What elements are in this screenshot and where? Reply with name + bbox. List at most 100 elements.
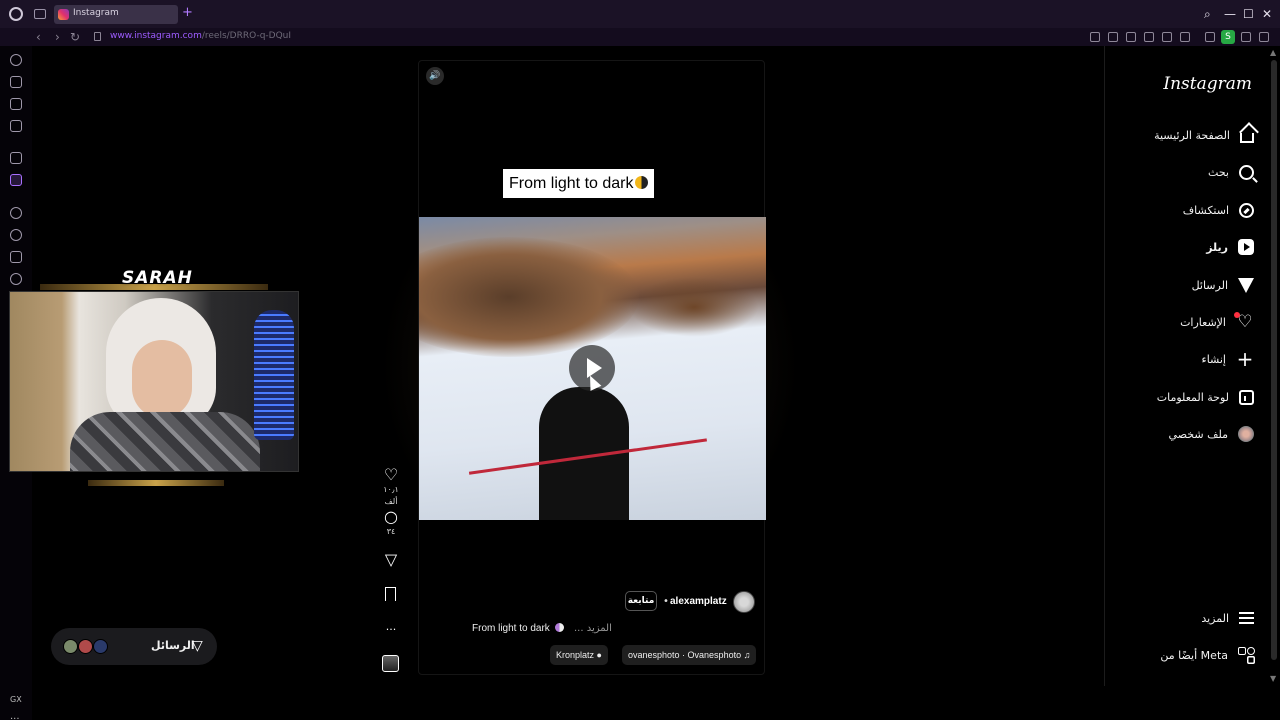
nav-also-from-meta[interactable]: أيضًا من Meta (1160, 643, 1255, 667)
instagram-favicon-icon (58, 9, 69, 20)
nav-more-label: المزيد (1201, 611, 1229, 625)
heart-icon[interactable]: ♡ (376, 466, 406, 484)
more-options-action[interactable]: ··· (376, 621, 406, 639)
gx-corner-icon[interactable] (10, 76, 22, 88)
extensions-icon[interactable] (10, 251, 22, 263)
messenger-icon[interactable] (10, 120, 22, 132)
menu-icon (1239, 612, 1254, 624)
browser-tabbar: Instagram + ⌕ — ☐ ✕ (0, 0, 1280, 28)
nav-notifications[interactable]: الإشعارات ♡ (1180, 310, 1254, 334)
send-icon: ▽ (192, 638, 203, 654)
heart-icon: ♡ (1234, 312, 1254, 331)
tab-islands-icon[interactable] (34, 9, 46, 19)
audio-chip[interactable]: ovanesphoto · Ovanesphoto ♫ (622, 645, 757, 665)
nav-explore[interactable]: استكشاف (1183, 198, 1254, 222)
profile-extension-badge[interactable]: S (1221, 30, 1235, 44)
history-icon[interactable] (10, 229, 22, 241)
audio-text: ovanesphoto · Ovanesphoto (628, 650, 742, 660)
adblock-icon[interactable] (1126, 32, 1136, 42)
nav-profile-label: ملف شخصي (1168, 427, 1228, 441)
scroll-up-arrow-icon[interactable]: ▲ (1270, 48, 1276, 57)
nav-home[interactable]: الصفحة الرئيسية (1154, 123, 1254, 147)
instagram-nav: Instagram الصفحة الرئيسية بحث استكشاف ري… (1104, 46, 1268, 686)
share-action[interactable]: ▽ (376, 551, 406, 569)
comment-icon[interactable]: ○ (376, 508, 406, 526)
follow-button[interactable]: متابعة (625, 591, 657, 611)
author-username[interactable]: alexamplatz (670, 596, 727, 607)
webcam-frame-bottom (88, 480, 224, 486)
reel-caption: From light to dark (472, 623, 564, 634)
author-avatar[interactable] (733, 591, 755, 613)
overlay-title-text: From light to dark (509, 175, 634, 192)
address-bar: ‹ › ↻ www.instagram.com/reels/DRRO-q-DQu… (0, 28, 1280, 46)
twitch-icon[interactable] (10, 174, 22, 186)
more-options-icon[interactable]: ··· (376, 621, 406, 639)
send-icon[interactable]: ▽ (376, 551, 406, 569)
nav-profile[interactable]: ملف شخصي (1169, 422, 1254, 446)
url-host: www.instagram.com (110, 31, 202, 41)
reload-button[interactable]: ↻ (70, 29, 80, 45)
scrollbar-thumb[interactable] (1271, 60, 1277, 660)
maximize-button[interactable]: ☐ (1243, 7, 1254, 21)
nav-create[interactable]: إنشاء + (1202, 347, 1254, 371)
nav-reels[interactable]: ريلز (1206, 235, 1254, 259)
mute-button[interactable]: 🔊 (426, 67, 444, 85)
translate-icon[interactable] (1144, 32, 1154, 42)
autumn-trees (629, 277, 759, 337)
snapshot-icon[interactable] (1108, 32, 1118, 42)
audio-thumbnail[interactable] (382, 655, 399, 672)
nav-messages-label: الرسائل (1191, 278, 1228, 292)
nav-more[interactable]: المزيد (1201, 606, 1254, 630)
player-icon[interactable] (1162, 32, 1172, 42)
gx-control-icon[interactable] (10, 54, 22, 66)
heart-icon[interactable] (1180, 32, 1190, 42)
nav-dashboard[interactable]: لوحة المعلومات (1157, 385, 1254, 409)
reel-video-frame[interactable] (419, 217, 766, 520)
downloads-icon[interactable] (1241, 32, 1251, 42)
reel-player[interactable]: 🔊 From light to dark alexamplatz • متابع… (418, 60, 766, 675)
opera-gx-logo-icon[interactable] (9, 7, 23, 21)
bookmark-icon[interactable] (385, 587, 396, 601)
nav-meta-label: أيضًا من Meta (1160, 648, 1228, 662)
extensions-icon[interactable] (1205, 32, 1215, 42)
sidebar-more-button[interactable]: ··· (10, 714, 20, 720)
scroll-down-arrow-icon[interactable]: ▼ (1270, 674, 1276, 683)
url-field[interactable]: www.instagram.com/reels/DRRO-q-DQuI (110, 31, 291, 41)
back-button[interactable]: ‹ (36, 29, 41, 45)
new-tab-button[interactable]: + (182, 6, 193, 20)
comment-count: ٣٤ (386, 527, 396, 536)
nav-create-label: إنشاء (1201, 352, 1226, 366)
messages-pill[interactable]: الرسائل ▽ (51, 628, 217, 665)
forward-button[interactable]: › (55, 29, 60, 45)
like-count: ١٠٫١ ألف (383, 485, 399, 506)
page-scrollbar[interactable]: ▲ ▼ (1268, 46, 1280, 686)
music-note-icon: ♫ (743, 650, 751, 660)
half-moon-icon (554, 623, 564, 632)
chart-icon (1239, 389, 1254, 405)
streamer-face (132, 340, 192, 418)
reels-icon (1238, 239, 1254, 255)
minimize-button[interactable]: — (1224, 7, 1236, 21)
nav-messages[interactable]: الرسائل (1192, 273, 1254, 297)
nav-search[interactable]: بحث (1208, 160, 1254, 184)
player-icon[interactable] (10, 207, 22, 219)
close-window-button[interactable]: ✕ (1262, 7, 1272, 21)
lock-icon[interactable] (94, 32, 101, 41)
plus-icon: + (1236, 347, 1254, 371)
tab-search-icon[interactable]: ⌕ (1204, 7, 1211, 21)
nav-reels-label: ريلز (1206, 240, 1228, 254)
reel-overlay-title: From light to dark (503, 169, 655, 198)
gx-cleaner-icon[interactable] (10, 98, 22, 110)
bookmark-page-icon[interactable] (1090, 32, 1100, 42)
nav-notifications-label: الإشعارات (1180, 315, 1226, 329)
instagram-logo[interactable]: Instagram (1163, 74, 1252, 94)
location-text: Kronplatz (556, 650, 595, 660)
comment-action[interactable]: ○ ٣٤ (376, 508, 406, 538)
like-action[interactable]: ♡ ١٠٫١ ألف (376, 466, 406, 508)
tab-instagram[interactable]: Instagram (54, 5, 178, 24)
easy-setup-icon[interactable] (1259, 32, 1269, 42)
location-chip[interactable]: Kronplatz ● (550, 645, 608, 665)
aria-icon[interactable] (10, 152, 22, 164)
webcam-overlay: SARAH (4, 268, 304, 488)
caption-more-link[interactable]: ... المزيد (574, 623, 612, 634)
